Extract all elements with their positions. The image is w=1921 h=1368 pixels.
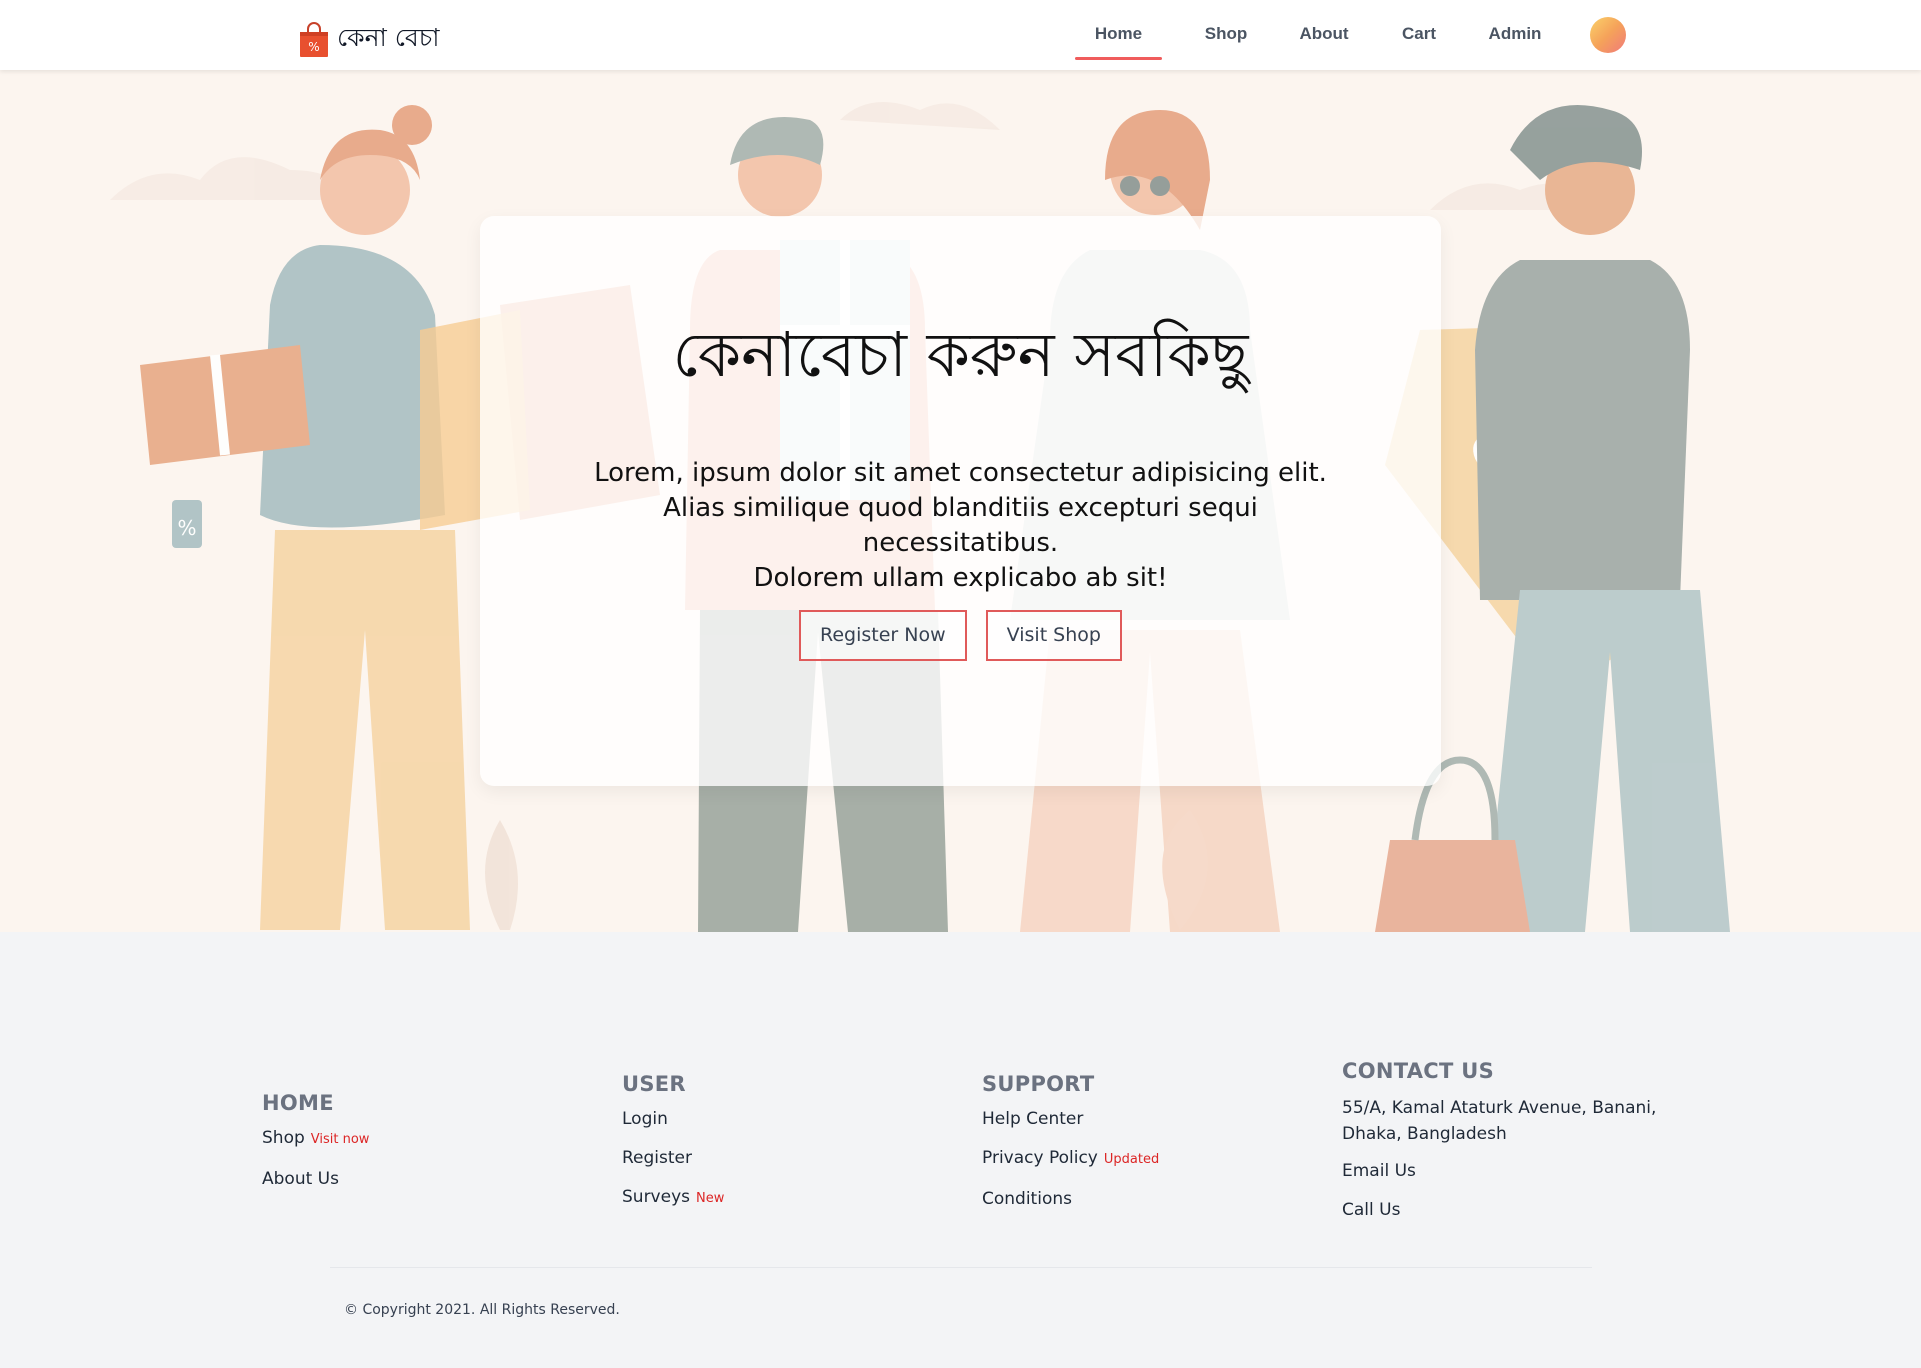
hero-section: % % [0, 70, 1921, 932]
new-badge: New [696, 1191, 725, 1206]
footer-heading-contact: CONTACT US [1342, 1059, 1495, 1083]
footer-links-support: Help Center Privacy Policy Updated Condit… [982, 1108, 1302, 1210]
footer-link-about-us[interactable]: About Us [262, 1168, 582, 1190]
visit-now-badge: Visit now [310, 1132, 370, 1147]
footer-link-label: Register [622, 1148, 692, 1168]
nav-shop[interactable]: Shop [1177, 0, 1275, 70]
footer-link-label: About Us [262, 1169, 339, 1189]
footer-links-user: Login Register Surveys New [622, 1108, 942, 1210]
svg-text:%: % [177, 516, 196, 540]
hero-description: Lorem, ipsum dolor sit amet consectetur … [570, 456, 1351, 596]
footer-link-shop[interactable]: Shop Visit now [262, 1127, 582, 1151]
footer-column-user: USER Login Register Surveys New [622, 1072, 942, 1227]
site-footer: HOME Shop Visit now About Us USER Login R… [0, 932, 1921, 1368]
nav-about[interactable]: About [1275, 0, 1373, 70]
footer-column-home: HOME Shop Visit now About Us [262, 1091, 582, 1207]
visit-shop-button[interactable]: Visit Shop [985, 610, 1122, 661]
hero-card: কেনাবেচা করুন সবকিছু Lorem, ipsum dolor … [480, 216, 1441, 786]
footer-heading-home: HOME [262, 1091, 334, 1115]
user-avatar[interactable] [1590, 17, 1626, 53]
footer-heading-support: SUPPORT [982, 1072, 1095, 1096]
shopping-bag-percent-icon: % [299, 21, 329, 58]
hero-button-group: Register Now Visit Shop [480, 610, 1441, 661]
address-line-2: Dhaka, Bangladesh [1342, 1124, 1507, 1144]
nav-home[interactable]: Home [1060, 0, 1177, 70]
footer-link-label: Help Center [982, 1109, 1084, 1129]
updated-badge: Updated [1103, 1152, 1160, 1167]
hero-title: কেনাবেচা করুন সবকিছু [672, 318, 1249, 391]
footer-link-email-us[interactable]: Email Us [1342, 1160, 1662, 1182]
main-navigation: Home Shop About Cart Admin [1060, 0, 1565, 70]
footer-link-label: Privacy Policy [982, 1148, 1098, 1168]
hero-description-line-2: Alias similique quod blanditiis exceptur… [663, 493, 1258, 558]
footer-link-label: Surveys [622, 1187, 690, 1207]
footer-link-register[interactable]: Register [622, 1147, 942, 1169]
footer-link-surveys[interactable]: Surveys New [622, 1186, 942, 1210]
top-navbar: % কেনা বেচা Home Shop About Cart Admin [0, 0, 1921, 70]
footer-link-conditions[interactable]: Conditions [982, 1188, 1302, 1210]
hero-description-line-3: Dolorem ullam explicabo ab sit! [753, 563, 1168, 593]
footer-link-label: Conditions [982, 1189, 1072, 1209]
nav-cart[interactable]: Cart [1373, 0, 1465, 70]
brand-name: কেনা বেচা [337, 23, 440, 52]
footer-column-contact: CONTACT US 55/A, Kamal Ataturk Avenue, B… [1342, 1059, 1662, 1238]
footer-link-label: Login [622, 1109, 668, 1129]
register-now-button[interactable]: Register Now [799, 610, 967, 661]
footer-heading-user: USER [622, 1072, 686, 1096]
footer-divider [330, 1267, 1592, 1268]
contact-address: 55/A, Kamal Ataturk Avenue, Banani, Dhak… [1342, 1095, 1662, 1147]
nav-admin[interactable]: Admin [1465, 0, 1565, 70]
footer-column-support: SUPPORT Help Center Privacy Policy Update… [982, 1072, 1302, 1227]
footer-link-help-center[interactable]: Help Center [982, 1108, 1302, 1130]
svg-text:%: % [308, 40, 319, 54]
footer-link-login[interactable]: Login [622, 1108, 942, 1130]
brand-logo[interactable]: % কেনা বেচা [299, 18, 440, 61]
address-line-1: 55/A, Kamal Ataturk Avenue, Banani, [1342, 1098, 1657, 1118]
footer-link-label: Shop [262, 1128, 305, 1148]
footer-link-call-us[interactable]: Call Us [1342, 1199, 1662, 1221]
hero-description-line-1: Lorem, ipsum dolor sit amet consectetur … [594, 458, 1327, 488]
footer-links-home: Shop Visit now About Us [262, 1127, 582, 1190]
footer-links-contact: Email Us Call Us [1342, 1160, 1662, 1221]
footer-link-privacy-policy[interactable]: Privacy Policy Updated [982, 1147, 1302, 1171]
copyright-text: © Copyright 2021. All Rights Reserved. [344, 1302, 620, 1318]
